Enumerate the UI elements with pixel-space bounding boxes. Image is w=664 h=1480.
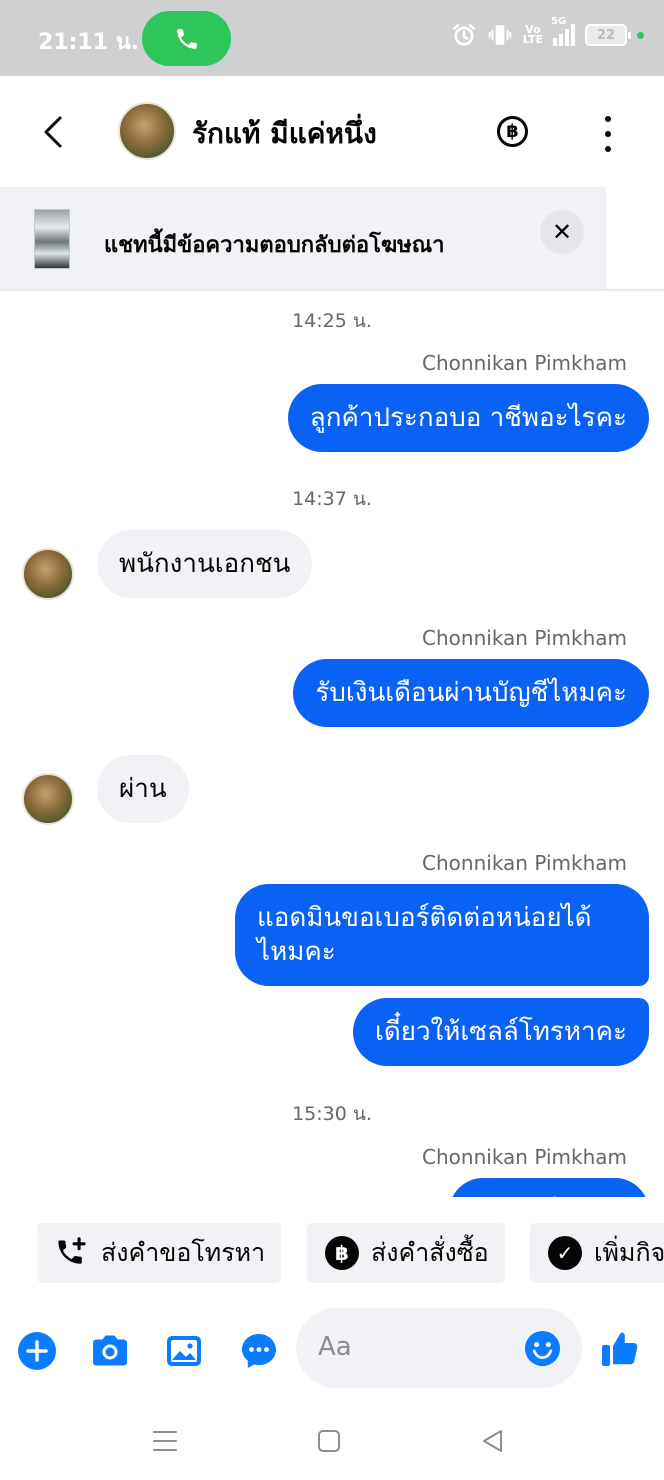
ad-thumbnail (34, 209, 70, 269)
menu-icon[interactable] (148, 1424, 182, 1458)
message-composer: Aa (0, 1302, 664, 1402)
baht-payment-icon[interactable]: ฿ (497, 116, 528, 147)
time-divider: 15:30 น. (292, 1103, 372, 1125)
quick-action-label: ส่งคำสั่งซื้อ (371, 1238, 489, 1267)
volte-indicator: Vo LTE (522, 23, 543, 46)
quick-actions-row: ส่งคำขอโทรหา ฿ ส่งคำสั่งซื้อ ✓ เพิ่มกิจ (0, 1197, 664, 1302)
send-order-button[interactable]: ฿ ส่งคำสั่งซื้อ (307, 1223, 505, 1283)
plus-circle-icon[interactable] (16, 1330, 58, 1372)
contact-avatar-small[interactable] (22, 548, 74, 600)
image-icon[interactable] (163, 1330, 205, 1372)
contact-avatar-small[interactable] (22, 773, 74, 825)
quick-action-label: เพิ่มกิจ (594, 1238, 664, 1267)
outgoing-message[interactable]: รับเงินเดือนผ่านบัญชีไหมคะ (293, 659, 649, 727)
privacy-indicator-dot (637, 31, 644, 39)
sender-name: Chonnikan Pimkham (422, 351, 627, 375)
message-line: ไหมคะ (257, 937, 336, 967)
send-call-request-button[interactable]: ส่งคำขอโทรหา (37, 1223, 282, 1283)
banner-divider (0, 289, 664, 292)
check-circle-icon: ✓ (548, 1236, 582, 1270)
vibrate-icon (488, 25, 512, 45)
time-divider: 14:25 น. (292, 310, 372, 332)
incoming-message[interactable]: พนักงานเอกชน (97, 530, 313, 598)
contact-avatar[interactable] (118, 102, 176, 160)
message-input[interactable]: Aa (296, 1308, 582, 1388)
outgoing-message[interactable]: ลูกค้าประกอบอ าชีพอะไรคะ (287, 384, 649, 452)
status-icons: Vo LTE 5G 22 (451, 16, 644, 48)
back-triangle-icon[interactable] (476, 1424, 510, 1458)
sender-name: Chonnikan Pimkham (422, 851, 627, 875)
time-divider: 14:37 น. (292, 488, 372, 510)
sender-name: Chonnikan Pimkham (422, 626, 627, 650)
ad-reply-banner[interactable]: แชทนี้มีข้อความตอบกลับต่อโฆษณา ✕ (0, 187, 606, 289)
chevron-left-icon[interactable] (38, 112, 70, 152)
sender-name: Chonnikan Pimkham (422, 1145, 627, 1169)
close-banner-button[interactable]: ✕ (540, 210, 584, 254)
outgoing-message[interactable]: แอดมินขอเบอร์ติดต่อหน่อยได้ ไหมคะ (235, 884, 649, 986)
home-icon[interactable] (312, 1424, 346, 1458)
alarm-icon (452, 23, 475, 46)
ad-banner-text: แชทนี้มีข้อความตอบกลับต่อโฆษณา (104, 233, 445, 258)
more-vertical-icon[interactable] (600, 116, 616, 152)
incoming-message[interactable]: ผ่าน (97, 755, 189, 823)
message-line: แอดมินขอเบอร์ติดต่อหน่อยได้ (257, 903, 592, 933)
chat-header: รักแท้ มีแค่หนึ่ง ฿ (0, 76, 664, 188)
phone-add-icon (55, 1236, 89, 1270)
add-activity-button[interactable]: ✓ เพิ่มกิจ (530, 1223, 664, 1283)
status-time: 21:11 น. (38, 30, 140, 55)
thumbs-up-icon[interactable] (599, 1328, 641, 1370)
camera-icon[interactable] (89, 1330, 131, 1372)
message-input-placeholder: Aa (318, 1332, 352, 1362)
ongoing-call-pill[interactable] (142, 11, 231, 66)
outgoing-message[interactable]: เดี๋ยวให้เซลล์โทรหาคะ (352, 998, 649, 1066)
signal-icon: 5G (551, 16, 575, 46)
battery-indicator: 22 (585, 24, 631, 46)
status-bar: 21:11 น. Vo LTE 5G 22 (0, 0, 664, 76)
contact-name[interactable]: รักแท้ มีแค่หนึ่ง (192, 112, 377, 156)
smiley-icon[interactable] (524, 1330, 561, 1367)
baht-icon: ฿ (325, 1236, 359, 1270)
chat-bubble-icon[interactable] (238, 1330, 280, 1372)
quick-action-label: ส่งคำขอโทรหา (101, 1238, 266, 1267)
system-nav-bar (0, 1402, 664, 1480)
phone-icon (176, 28, 197, 49)
